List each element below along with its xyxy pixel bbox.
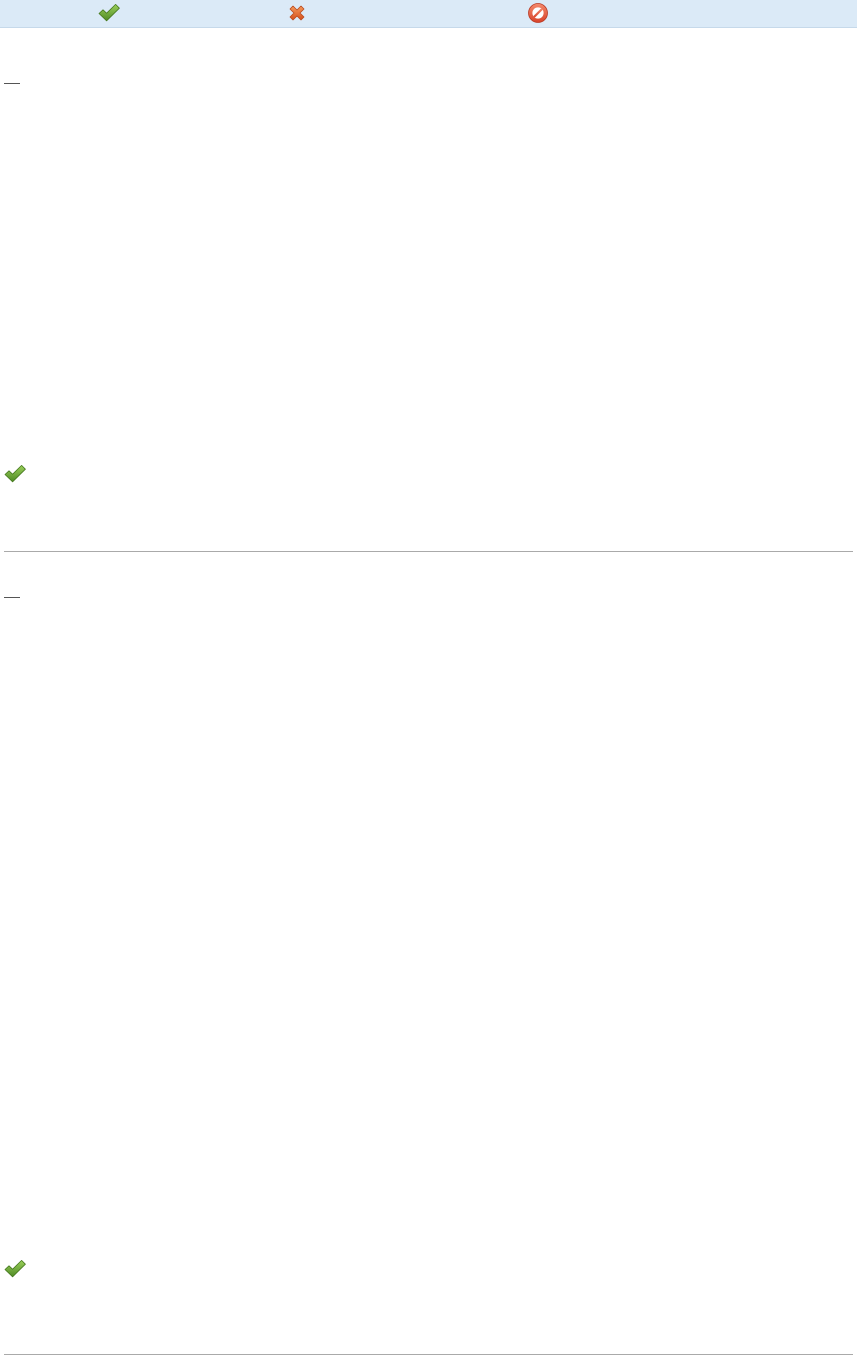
cross-icon [285, 1, 309, 25]
check-icon [3, 1257, 27, 1281]
legend-header [0, 0, 857, 28]
check-icon [97, 1, 121, 25]
prohibited-icon [526, 1, 550, 25]
section-link[interactable] [4, 584, 20, 598]
section-divider [4, 1354, 853, 1355]
section-divider [4, 551, 853, 552]
result-section [0, 28, 857, 553]
result-section [0, 553, 857, 1356]
check-icon [3, 462, 27, 486]
section-link[interactable] [4, 70, 20, 84]
